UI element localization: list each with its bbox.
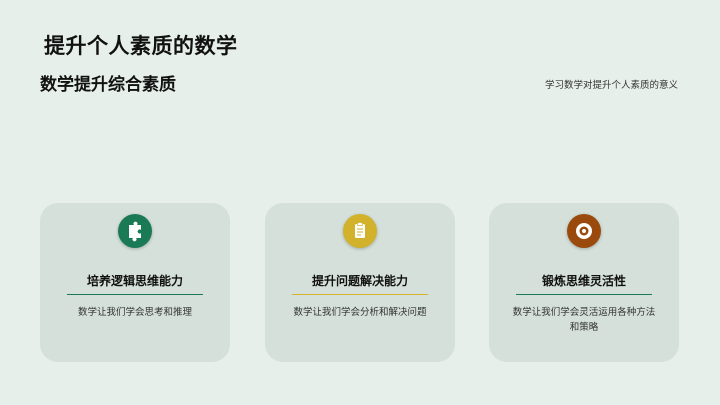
- target-icon: [567, 214, 601, 248]
- slide-title: 提升个人素质的数学: [44, 34, 238, 58]
- card-title: 提升问题解决能力: [311, 274, 408, 288]
- card-title: 锻炼思维灵活性: [541, 274, 626, 288]
- card-description: 数学让我们学会思考和推理: [77, 307, 192, 318]
- card-description: 数学让我们学会灵活运用各种方法和策略: [512, 307, 656, 333]
- card-divider: [516, 294, 652, 295]
- card-thinking-flexibility: 锻炼思维灵活性 数学让我们学会灵活运用各种方法和策略: [489, 203, 679, 362]
- slide-subtitle: 数学提升综合素质: [40, 75, 176, 95]
- card-logic-thinking: 培养逻辑思维能力 数学让我们学会思考和推理: [40, 203, 230, 362]
- card-description: 数学让我们学会分析和解决问题: [293, 307, 427, 318]
- puzzle-icon: [118, 214, 152, 248]
- card-title: 培养逻辑思维能力: [86, 274, 183, 288]
- card-divider: [67, 294, 203, 295]
- card-divider: [292, 294, 428, 295]
- card-problem-solving: 提升问题解决能力 数学让我们学会分析和解决问题: [265, 203, 455, 362]
- slide-note: 学习数学对提升个人素质的意义: [544, 80, 678, 91]
- clipboard-icon: [343, 214, 377, 248]
